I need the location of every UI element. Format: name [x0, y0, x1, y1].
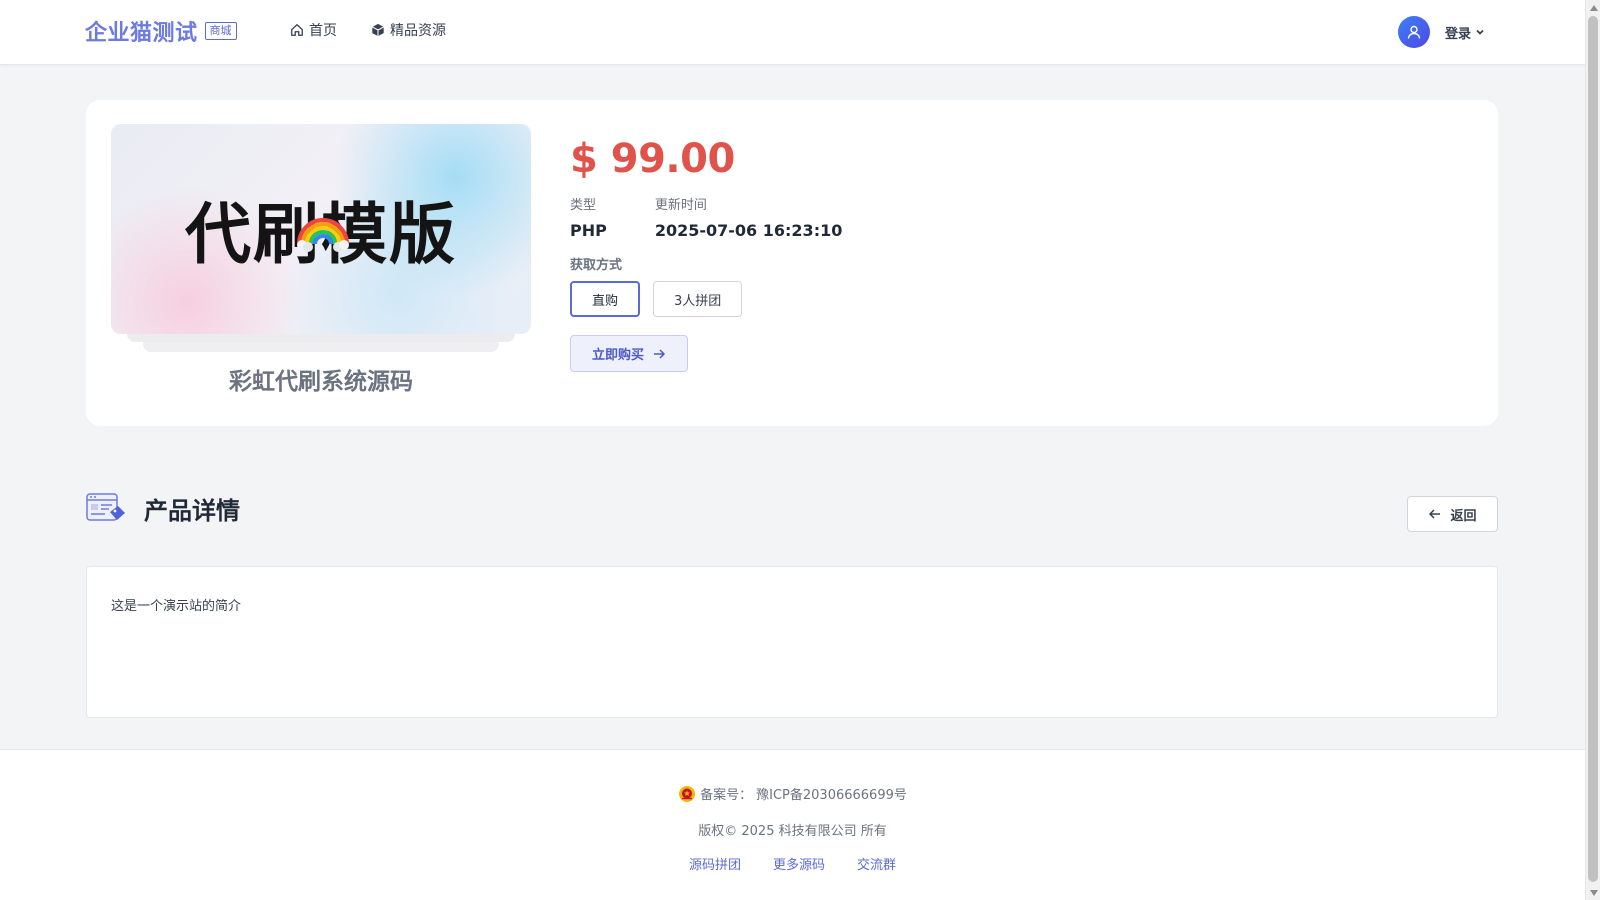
meta-updated-label: 更新时间	[654, 198, 707, 213]
product-cover: 代刷模版	[111, 124, 531, 364]
details-header: 产品详情	[86, 490, 240, 526]
main-nav: 首页 精品资源	[290, 20, 446, 40]
product-card: 代刷模版 彩虹代刷系统源码 $ 99.00 类型 PHP 更新时间 2025-0…	[86, 100, 1498, 426]
user-area: 登录	[1397, 16, 1485, 48]
footer-link-more-source[interactable]: 更多源码	[773, 854, 825, 873]
back-label: 返回	[1450, 508, 1477, 524]
footer-links: 源码拼团 更多源码 交流群	[0, 854, 1585, 873]
details-title: 产品详情	[144, 496, 240, 525]
scroll-up-button[interactable]	[1586, 0, 1600, 15]
icp-prefix: 备案号：	[700, 788, 753, 803]
product-price: $ 99.00	[570, 136, 735, 182]
triangle-down-icon	[1589, 889, 1598, 896]
brand-name: 企业猫测试	[85, 21, 198, 46]
buy-now-button[interactable]: 立即购买	[570, 335, 688, 372]
triangle-up-icon	[1589, 4, 1598, 11]
brand-badge: 商城	[204, 22, 237, 40]
meta-type-label: 类型	[570, 198, 597, 213]
avatar[interactable]	[1397, 16, 1430, 48]
page: 企业猫测试 商城 首页 精品资源 登录 代刷模版 彩虹代刷系统源码 $ 99.0…	[0, 0, 1585, 900]
police-emblem-icon	[679, 785, 696, 802]
footer-link-chat-group[interactable]: 交流群	[857, 854, 896, 873]
product-meta: 类型 PHP 更新时间 2025-07-06 16:23:10	[570, 194, 842, 240]
product-info: $ 99.00 类型 PHP 更新时间 2025-07-06 16:23:10 …	[570, 136, 842, 372]
chevron-down-icon	[1476, 29, 1484, 35]
arrow-left-icon	[1429, 509, 1441, 519]
nav-item-resources[interactable]: 精品资源	[371, 20, 446, 40]
purchase-method-label: 获取方式	[570, 258, 623, 273]
meta-updated-value: 2025-07-06 16:23:10	[654, 221, 843, 240]
icp-number[interactable]: 豫ICP备20306666699号	[756, 784, 907, 803]
meta-type-value: PHP	[570, 221, 607, 240]
home-icon	[291, 23, 303, 36]
nav-item-label: 精品资源	[390, 23, 446, 39]
scroll-thumb[interactable]	[1588, 16, 1598, 882]
product-details-icon	[86, 493, 125, 521]
cube-icon	[372, 23, 384, 37]
icp-record: 备案号： 豫ICP备20306666699号	[0, 784, 1585, 803]
nav-item-label: 首页	[309, 23, 337, 39]
option-direct-buy[interactable]: 直购	[570, 281, 641, 317]
copyright: 版权© 2025 科技有限公司 所有	[698, 824, 887, 839]
cover-image[interactable]: 代刷模版	[111, 124, 531, 334]
back-button[interactable]: 返回	[1407, 496, 1498, 532]
meta-updated: 更新时间 2025-07-06 16:23:10	[655, 194, 843, 240]
rainbow-icon	[297, 218, 349, 252]
footer: 备案号： 豫ICP备20306666699号 版权© 2025 科技有限公司 所…	[0, 749, 1585, 900]
login-dropdown[interactable]: 登录	[1445, 23, 1485, 42]
scroll-down-button[interactable]	[1586, 885, 1600, 900]
vertical-scrollbar[interactable]	[1585, 0, 1600, 900]
top-navbar: 企业猫测试 商城 首页 精品资源 登录	[0, 0, 1585, 65]
user-icon	[1407, 25, 1421, 39]
product-name: 彩虹代刷系统源码	[229, 369, 413, 395]
buy-now-label: 立即购买	[591, 348, 644, 363]
arrow-right-icon	[654, 348, 666, 359]
footer-link-group-buy[interactable]: 源码拼团	[689, 854, 741, 873]
purchase-method-options: 直购 3人拼团	[570, 281, 842, 317]
option-group-buy[interactable]: 3人拼团	[653, 281, 743, 317]
nav-item-home[interactable]: 首页	[290, 20, 337, 40]
details-content-box: 这是一个演示站的简介	[86, 566, 1498, 718]
login-label: 登录	[1444, 26, 1471, 42]
meta-type: 类型 PHP	[570, 194, 607, 240]
details-content: 这是一个演示站的简介	[111, 599, 242, 614]
brand[interactable]: 企业猫测试 商城	[85, 15, 237, 47]
